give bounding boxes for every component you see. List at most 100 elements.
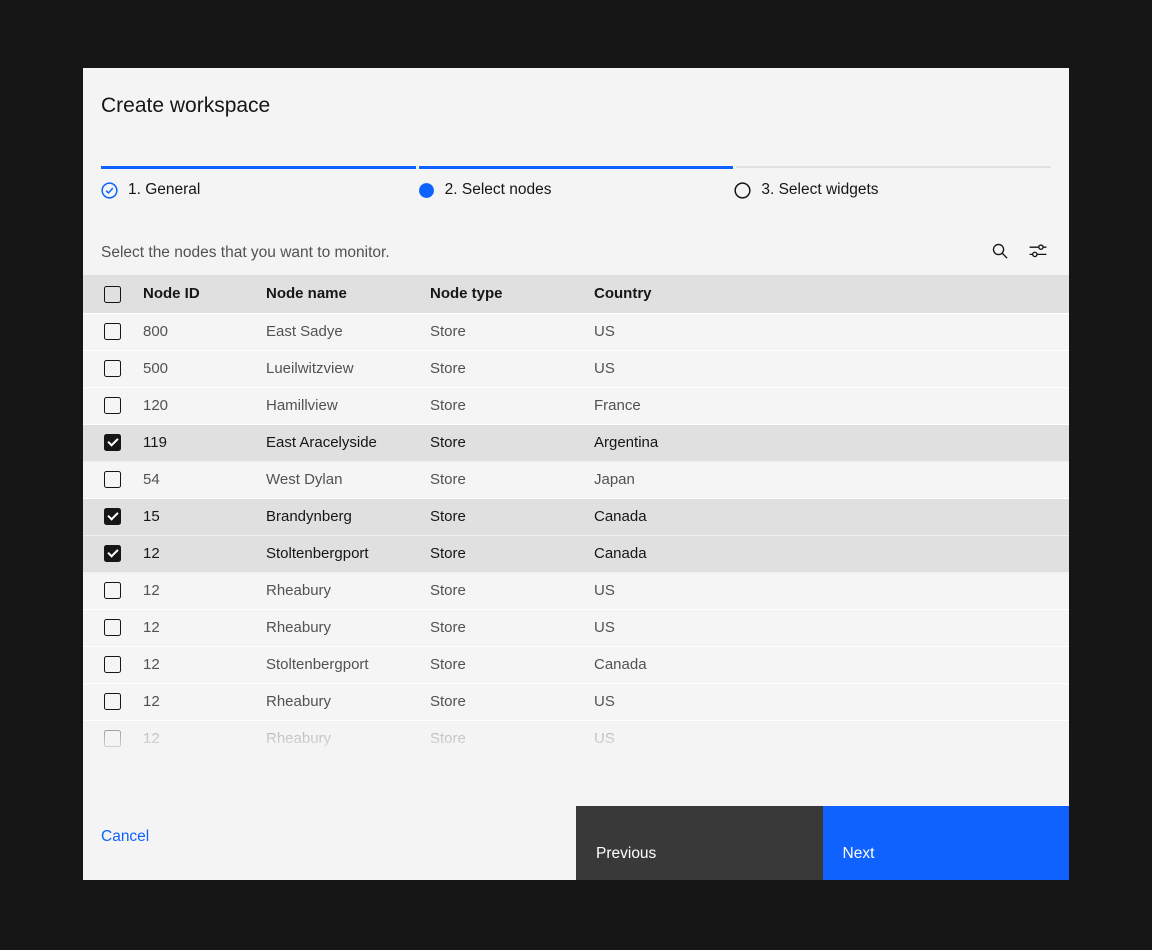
step-label: 2. Select nodes bbox=[445, 181, 552, 199]
cell-node-name: Stoltenbergport bbox=[266, 646, 430, 683]
next-button[interactable]: Next bbox=[823, 806, 1070, 880]
step-label: 3. Select widgets bbox=[761, 181, 878, 199]
table-row[interactable]: 120 Hamillview Store France bbox=[83, 387, 1069, 424]
cell-country: US bbox=[594, 350, 1069, 387]
cell-country: US bbox=[594, 572, 1069, 609]
column-header-node-type: Node type bbox=[430, 275, 594, 313]
cell-node-id: 12 bbox=[143, 535, 266, 572]
cell-node-type: Store bbox=[430, 683, 594, 720]
table-row[interactable]: 500 Lueilwitzview Store US bbox=[83, 350, 1069, 387]
step-select-nodes[interactable]: 2. Select nodes bbox=[418, 181, 735, 199]
cell-node-type: Store bbox=[430, 387, 594, 424]
previous-button[interactable]: Previous bbox=[576, 806, 823, 880]
cell-node-id: 12 bbox=[143, 646, 266, 683]
cell-country: Canada bbox=[594, 498, 1069, 535]
cell-country: Canada bbox=[594, 535, 1069, 572]
cell-node-name: Rheabury bbox=[266, 609, 430, 646]
create-workspace-modal: Create workspace 1. General bbox=[83, 68, 1069, 880]
row-checkbox[interactable] bbox=[104, 582, 121, 599]
cell-node-id: 120 bbox=[143, 387, 266, 424]
cell-node-name: Stoltenbergport bbox=[266, 535, 430, 572]
search-button[interactable] bbox=[981, 234, 1019, 272]
cell-country: US bbox=[594, 720, 1069, 757]
cancel-area: Cancel bbox=[83, 806, 576, 880]
cell-node-name: West Dylan bbox=[266, 461, 430, 498]
table-row[interactable]: 54 West Dylan Store Japan bbox=[83, 461, 1069, 498]
progress-segment-current bbox=[419, 166, 734, 169]
cell-node-id: 800 bbox=[143, 313, 266, 350]
table-row[interactable]: 15 Brandynberg Store Canada bbox=[83, 498, 1069, 535]
step-select-widgets[interactable]: 3. Select widgets bbox=[734, 181, 1051, 199]
filled-circle-icon bbox=[418, 182, 435, 199]
progress-steps: 1. General 2. Select nodes 3. Select wid… bbox=[101, 181, 1051, 199]
row-checkbox[interactable] bbox=[104, 508, 121, 525]
cell-node-id: 12 bbox=[143, 683, 266, 720]
cell-country: France bbox=[594, 387, 1069, 424]
cell-node-type: Store bbox=[430, 350, 594, 387]
cell-node-name: Rheabury bbox=[266, 572, 430, 609]
cell-node-name: Rheabury bbox=[266, 683, 430, 720]
cell-node-type: Store bbox=[430, 720, 594, 757]
table-row[interactable]: 12 Rheabury Store US bbox=[83, 683, 1069, 720]
cell-country: Japan bbox=[594, 461, 1069, 498]
cell-country: Argentina bbox=[594, 424, 1069, 461]
cell-node-type: Store bbox=[430, 461, 594, 498]
cell-node-type: Store bbox=[430, 535, 594, 572]
row-checkbox[interactable] bbox=[104, 656, 121, 673]
nodes-table: Node ID Node name Node type Country 800 … bbox=[83, 275, 1069, 758]
row-checkbox[interactable] bbox=[104, 545, 121, 562]
table-row[interactable]: 800 East Sadye Store US bbox=[83, 313, 1069, 350]
table-body: 800 East Sadye Store US 500 Lueilwitzvie… bbox=[83, 313, 1069, 757]
cell-node-id: 12 bbox=[143, 572, 266, 609]
cell-node-name: Hamillview bbox=[266, 387, 430, 424]
cell-node-type: Store bbox=[430, 609, 594, 646]
cell-node-id: 119 bbox=[143, 424, 266, 461]
cell-node-id: 500 bbox=[143, 350, 266, 387]
column-header-node-id: Node ID bbox=[143, 275, 266, 313]
table-header-row: Node ID Node name Node type Country bbox=[83, 275, 1069, 313]
settings-adjust-button[interactable] bbox=[1019, 234, 1057, 272]
search-icon bbox=[991, 242, 1009, 263]
cell-node-type: Store bbox=[430, 572, 594, 609]
table-row[interactable]: 12 Rheabury Store US bbox=[83, 720, 1069, 757]
row-checkbox[interactable] bbox=[104, 323, 121, 340]
column-header-node-name: Node name bbox=[266, 275, 430, 313]
cell-node-name: East Aracelyside bbox=[266, 424, 430, 461]
table-toolbar: Select the nodes that you want to monito… bbox=[83, 230, 1069, 275]
page-title: Create workspace bbox=[101, 93, 1051, 119]
cell-node-id: 12 bbox=[143, 609, 266, 646]
table-row[interactable]: 12 Rheabury Store US bbox=[83, 609, 1069, 646]
table-row[interactable]: 119 East Aracelyside Store Argentina bbox=[83, 424, 1069, 461]
cell-node-type: Store bbox=[430, 646, 594, 683]
empty-circle-icon bbox=[734, 182, 751, 199]
step-general[interactable]: 1. General bbox=[101, 181, 418, 199]
progress-segment-incomplete bbox=[736, 166, 1051, 168]
cancel-button[interactable]: Cancel bbox=[101, 828, 149, 845]
table-description: Select the nodes that you want to monito… bbox=[101, 244, 981, 262]
table-row[interactable]: 12 Stoltenbergport Store Canada bbox=[83, 535, 1069, 572]
cell-node-name: Rheabury bbox=[266, 720, 430, 757]
cell-node-type: Store bbox=[430, 498, 594, 535]
modal-footer: Cancel Previous Next bbox=[83, 806, 1069, 880]
cell-node-name: Brandynberg bbox=[266, 498, 430, 535]
row-checkbox[interactable] bbox=[104, 397, 121, 414]
cell-node-name: Lueilwitzview bbox=[266, 350, 430, 387]
row-checkbox[interactable] bbox=[104, 471, 121, 488]
cell-country: US bbox=[594, 683, 1069, 720]
row-checkbox[interactable] bbox=[104, 434, 121, 451]
table-row[interactable]: 12 Stoltenbergport Store Canada bbox=[83, 646, 1069, 683]
page-background: { "modal": { "title": "Create workspace"… bbox=[0, 0, 1152, 950]
select-all-checkbox[interactable] bbox=[104, 286, 121, 303]
cell-country: US bbox=[594, 313, 1069, 350]
cell-node-type: Store bbox=[430, 313, 594, 350]
nodes-table-wrap: Node ID Node name Node type Country 800 … bbox=[83, 275, 1069, 758]
progress-indicator: 1. General 2. Select nodes 3. Select wid… bbox=[83, 166, 1069, 199]
cell-country: US bbox=[594, 609, 1069, 646]
cell-node-id: 54 bbox=[143, 461, 266, 498]
row-checkbox[interactable] bbox=[104, 619, 121, 636]
table-row[interactable]: 12 Rheabury Store US bbox=[83, 572, 1069, 609]
row-checkbox[interactable] bbox=[104, 730, 121, 747]
row-checkbox[interactable] bbox=[104, 693, 121, 710]
row-checkbox[interactable] bbox=[104, 360, 121, 377]
cell-node-type: Store bbox=[430, 424, 594, 461]
